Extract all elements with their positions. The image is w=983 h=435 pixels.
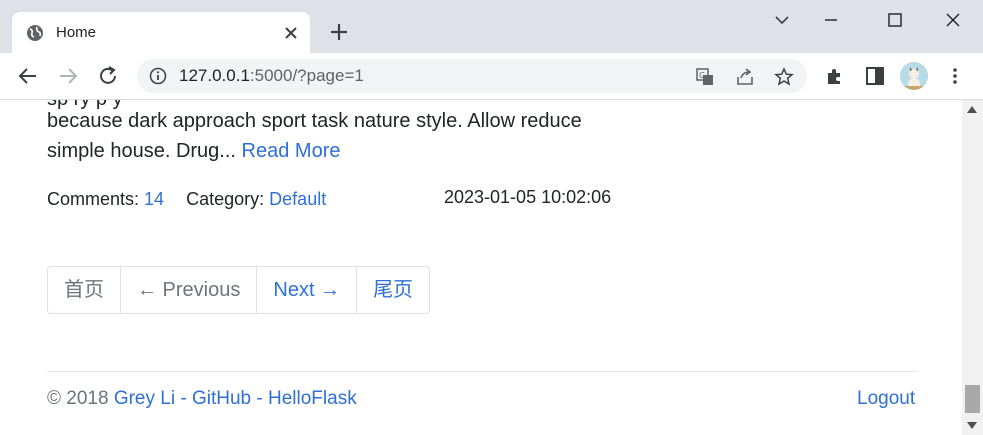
category-link[interactable]: Default: [269, 189, 326, 209]
minimize-icon[interactable]: [816, 8, 846, 32]
tab-title: Home: [56, 24, 97, 41]
close-tab-icon[interactable]: [282, 24, 300, 42]
footer-separator: -: [180, 388, 187, 409]
copyright-text: © 2018: [47, 388, 109, 409]
url-text[interactable]: 127.0.0.1:5000/?page=1: [179, 66, 364, 86]
forward-arrow-icon[interactable]: [57, 65, 79, 87]
bookmark-star-icon[interactable]: [774, 67, 794, 87]
read-more-link[interactable]: Read More: [242, 140, 341, 162]
comments-count-link[interactable]: 14: [144, 189, 164, 209]
profile-avatar[interactable]: [900, 62, 928, 90]
back-arrow-icon[interactable]: [17, 65, 39, 87]
browser-tab-home[interactable]: Home: [12, 12, 310, 54]
window-close-icon[interactable]: [938, 8, 968, 32]
footer-credits: © 2018 Grey Li - GitHub - HelloFlask: [47, 388, 357, 410]
tab-strip: Home: [0, 0, 983, 54]
side-panel-icon[interactable]: [864, 65, 886, 87]
extensions-puzzle-icon[interactable]: [824, 65, 846, 87]
category-label: Category:: [186, 189, 265, 209]
scroll-up-arrow-icon[interactable]: [967, 106, 977, 113]
author-link[interactable]: Grey Li: [114, 388, 175, 409]
avatar-cat-image: [900, 62, 928, 90]
translate-icon[interactable]: G: [695, 67, 715, 87]
helloflask-link[interactable]: HelloFlask: [268, 388, 357, 409]
site-info-icon[interactable]: [149, 67, 167, 85]
post-excerpt: because dark approach sport task nature …: [47, 106, 587, 166]
vertical-scrollbar[interactable]: [962, 100, 983, 435]
tab-search-chevron-icon[interactable]: [767, 8, 797, 32]
share-icon[interactable]: [735, 67, 755, 87]
scrollbar-thumb[interactable]: [965, 385, 980, 413]
new-tab-plus-icon[interactable]: [328, 21, 350, 43]
maximize-icon[interactable]: [880, 8, 910, 32]
reload-icon[interactable]: [97, 65, 119, 87]
comments-label: Comments:: [47, 189, 140, 209]
github-link[interactable]: GitHub: [192, 388, 251, 409]
logout-link[interactable]: Logout: [857, 388, 915, 410]
footer-divider: [47, 371, 917, 372]
globe-icon: [27, 25, 43, 41]
post-meta: Comments: 14 Category: Default: [47, 189, 326, 210]
pagination-next[interactable]: Next →: [256, 267, 356, 313]
pagination-last[interactable]: 尾页: [356, 267, 429, 313]
browser-menu-kebab-icon[interactable]: [944, 65, 966, 87]
post-timestamp: 2023-01-05 10:02:06: [444, 187, 612, 207]
svg-text:G: G: [699, 71, 705, 80]
url-host: 127.0.0.1: [179, 66, 250, 85]
pagination-previous[interactable]: ← Previous: [120, 267, 256, 313]
scroll-down-arrow-icon[interactable]: [967, 422, 977, 429]
footer-separator: -: [256, 388, 263, 409]
page-viewport: sp ry p y because dark approach sport ta…: [0, 100, 962, 435]
url-path: :5000/?page=1: [249, 66, 364, 85]
browser-toolbar: 127.0.0.1:5000/?page=1 G: [0, 53, 983, 100]
pagination-first[interactable]: 首页: [48, 267, 120, 313]
pagination: 首页 ← Previous Next → 尾页: [47, 266, 431, 314]
address-bar[interactable]: 127.0.0.1:5000/?page=1 G: [137, 59, 807, 93]
